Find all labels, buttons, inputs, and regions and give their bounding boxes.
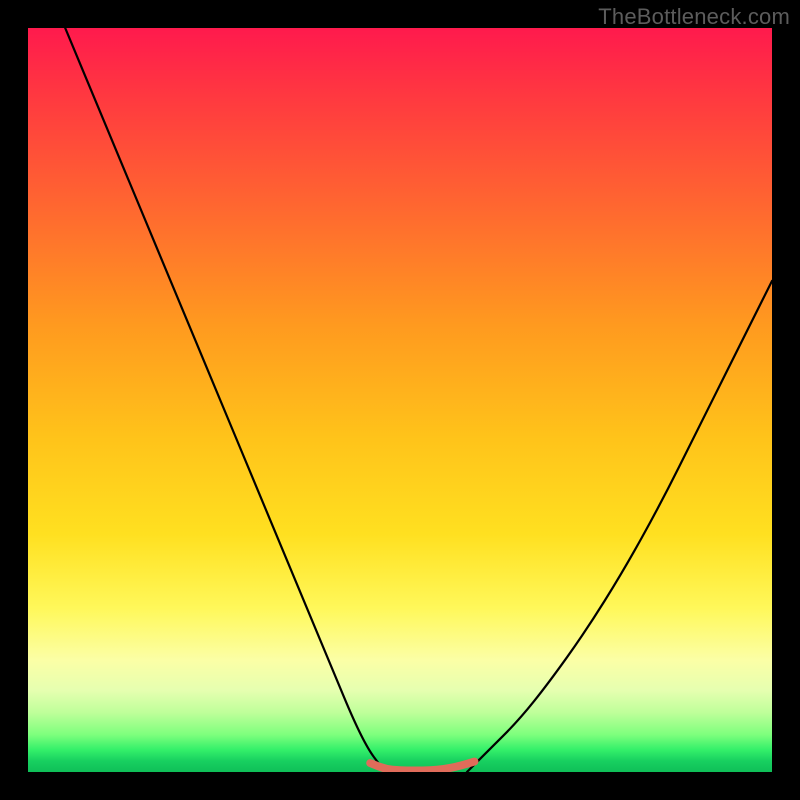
bottom-band	[370, 762, 474, 771]
watermark-text: TheBottleneck.com	[598, 4, 790, 30]
curves-svg	[28, 28, 772, 772]
plot-area	[28, 28, 772, 772]
chart-frame: TheBottleneck.com	[0, 0, 800, 800]
right-curve	[467, 281, 772, 772]
left-curve	[65, 28, 385, 772]
